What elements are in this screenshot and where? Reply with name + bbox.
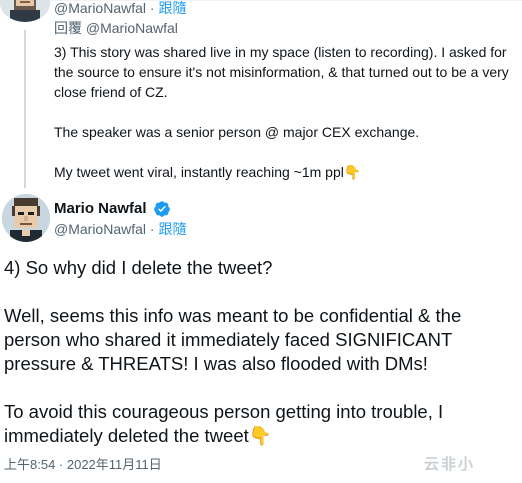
watermark-logo: 云非小 [424, 456, 476, 473]
author-name[interactable]: Mario Nawfal [54, 200, 147, 218]
reply-author-handle[interactable]: @MarioNawfal [54, 0, 146, 16]
main-author-avatar[interactable] [2, 194, 50, 242]
author-handle[interactable]: @MarioNawfal [54, 221, 146, 237]
reply-paragraph: My tweet went viral, instantly reaching … [54, 164, 362, 180]
tweet-text: 4) So why did I delete the tweet? Well, … [4, 256, 518, 448]
tweet-timestamp[interactable]: 上午8:54 · 2022年11月11日 [4, 457, 162, 473]
tweet-paragraph: Well, seems this info was meant to be co… [4, 305, 462, 374]
reply-paragraph: The speaker was a senior person @ major … [54, 124, 420, 140]
verified-badge-icon [154, 201, 170, 217]
tweet-paragraph: To avoid this courageous person getting … [4, 401, 444, 446]
reply-author-avatar[interactable] [0, 0, 50, 22]
reply-handle-row: @MarioNawfal · 跟隨 [54, 0, 187, 16]
pointing-down-emoji: 👇 [248, 425, 272, 446]
replying-to-label[interactable]: 回覆 @MarioNawfal [54, 19, 178, 37]
reply-tweet-text: 3) This story was shared live in my spac… [54, 42, 516, 182]
pixel-portrait-icon [0, 0, 50, 22]
reply-paragraph: 3) This story was shared live in my spac… [54, 44, 509, 100]
reply-follow-button[interactable]: 跟隨 [158, 0, 186, 16]
pointing-down-emoji: 👇 [343, 164, 362, 180]
follow-button[interactable]: 跟隨 [158, 221, 186, 237]
thread-connector-line [24, 30, 26, 188]
pixel-portrait-icon [2, 194, 50, 242]
author-handle-row: @MarioNawfal · 跟隨 [54, 221, 187, 237]
tweet-paragraph: 4) So why did I delete the tweet? [4, 257, 273, 278]
